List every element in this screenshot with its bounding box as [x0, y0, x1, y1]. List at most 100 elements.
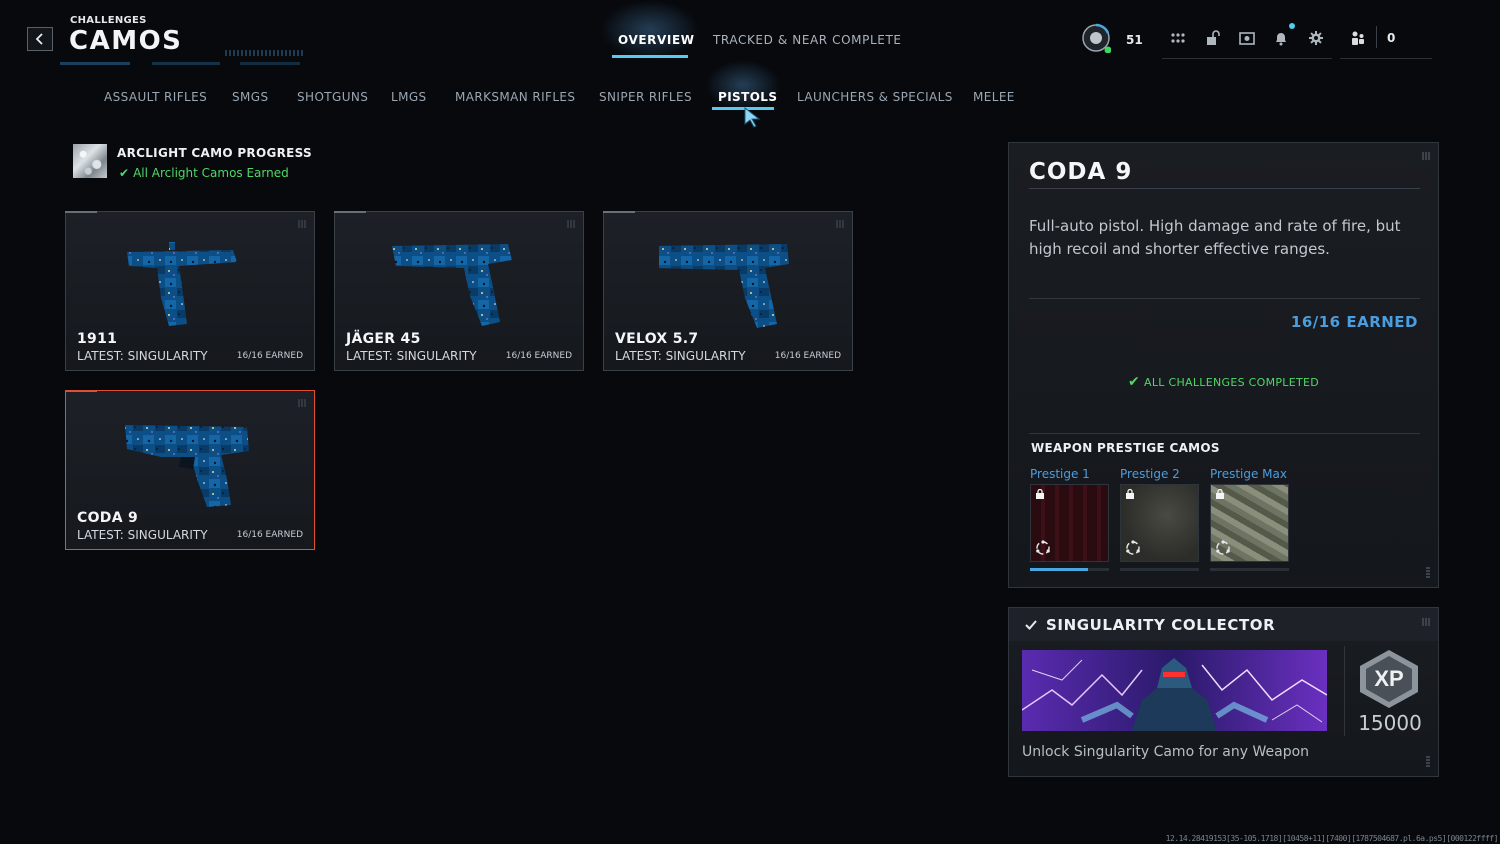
prestige-heading: WEAPON PRESTIGE CAMOS: [1031, 441, 1220, 455]
build-version: 12.14.28419153[35-105.1718][10458+11][74…: [1165, 834, 1499, 843]
prestige-2-camo[interactable]: [1120, 484, 1199, 562]
divider: [1344, 646, 1345, 736]
card-topbar: [603, 211, 635, 213]
collector-description: Unlock Singularity Camo for any Weapon: [1022, 744, 1310, 760]
card-corner-decoration: [298, 220, 306, 228]
weapon-card-coda-9[interactable]: CODA 9 LATEST: SINGULARITY 16/16 EARNED: [65, 390, 315, 550]
xp-badge-icon: XP: [1360, 650, 1418, 708]
pistol-image: [125, 425, 249, 507]
tab-overview[interactable]: OVERVIEW: [618, 33, 695, 47]
tab-tracked[interactable]: TRACKED & NEAR COMPLETE: [713, 33, 902, 47]
arclight-status-text: All Arclight Camos Earned: [133, 166, 289, 180]
singularity-banner-image: [1022, 650, 1327, 731]
back-button[interactable]: [27, 27, 53, 51]
detail-earned-count: 16/16 EARNED: [1290, 313, 1418, 331]
prestige-emblem-icon: [1036, 540, 1050, 555]
prestige-max-progress: [1210, 568, 1289, 571]
prestige-emblem-icon: [1216, 540, 1230, 555]
card-corner-decoration: [836, 220, 844, 228]
party-count: 0: [1387, 31, 1396, 45]
card-topbar: [65, 390, 97, 392]
checkmark-icon: [1025, 620, 1037, 630]
weapon-name: JÄGER 45: [346, 331, 421, 347]
weapon-name: VELOX 5.7: [615, 331, 699, 347]
prestige-1-label: Prestige 1: [1030, 467, 1090, 481]
challenges-status: ✔ ALL CHALLENGES COMPLETED: [1009, 374, 1438, 390]
divider: [1029, 433, 1420, 434]
breadcrumb: CHALLENGES: [70, 15, 147, 26]
category-smgs[interactable]: SMGS: [232, 90, 269, 104]
prestige-2-label: Prestige 2: [1120, 467, 1180, 481]
weapon-earned-count: 16/16 EARNED: [236, 530, 303, 540]
pistol-image: [127, 242, 237, 326]
notification-dot: [1289, 23, 1295, 29]
category-shotguns[interactable]: SHOTGUNS: [297, 90, 368, 104]
lock-icon: [1216, 489, 1224, 499]
weapon-earned-count: 16/16 EARNED: [236, 351, 303, 361]
category-assault-rifles[interactable]: ASSAULT RIFLES: [104, 90, 207, 104]
panel-corner-decoration: [1422, 152, 1430, 160]
prestige-1-progress-fill: [1030, 568, 1089, 571]
tab-overview-underline: [612, 55, 688, 58]
arclight-status: ✔ All Arclight Camos Earned: [119, 166, 289, 180]
card-topbar: [334, 211, 366, 213]
weapon-latest-camo: LATEST: SINGULARITY: [77, 349, 208, 363]
weapon-card-velox-5-7[interactable]: VELOX 5.7 LATEST: SINGULARITY 16/16 EARN…: [603, 211, 853, 371]
page-title: CAMOS: [69, 26, 183, 56]
hud-separator: [1376, 26, 1377, 48]
weapon-earned-count: 16/16 EARNED: [774, 351, 841, 361]
detail-weapon-name: CODA 9: [1029, 159, 1133, 185]
weapon-card-1911[interactable]: 1911 LATEST: SINGULARITY 16/16 EARNED: [65, 211, 315, 371]
panel-scroll-indicator[interactable]: [1426, 567, 1430, 579]
party-icon[interactable]: [1348, 28, 1368, 48]
weapon-latest-camo: LATEST: SINGULARITY: [346, 349, 477, 363]
category-pistols[interactable]: PISTOLS: [718, 90, 777, 104]
xp-reward-value: 15000: [1358, 711, 1422, 735]
chevron-left-icon: [35, 33, 43, 45]
prestige-emblem-icon: [1126, 540, 1140, 555]
level-emblem-icon[interactable]: [1081, 23, 1112, 54]
weapon-card-jager-45[interactable]: JÄGER 45 LATEST: SINGULARITY 16/16 EARNE…: [334, 211, 584, 371]
category-marksman-rifles[interactable]: MARKSMAN RIFLES: [455, 90, 575, 104]
checkmark-icon: ✔: [119, 166, 130, 180]
card-corner-decoration: [298, 399, 306, 407]
detail-description: Full-auto pistol. High damage and rate o…: [1029, 217, 1401, 258]
challenges-status-text: ALL CHALLENGES COMPLETED: [1144, 376, 1320, 389]
category-launchers-specials[interactable]: LAUNCHERS & SPECIALS: [797, 90, 953, 104]
prestige-max-label: Prestige Max: [1210, 467, 1287, 481]
card-topbar: [65, 211, 97, 213]
hud-divider: [1162, 58, 1332, 59]
lock-icon: [1126, 489, 1134, 499]
prestige-1-progress: [1030, 568, 1109, 571]
category-melee[interactable]: MELEE: [973, 90, 1015, 104]
apps-grid-icon[interactable]: [1168, 28, 1188, 48]
settings-icon[interactable]: [1306, 28, 1326, 48]
player-level: 51: [1126, 33, 1143, 47]
notifications-icon[interactable]: [1271, 28, 1291, 48]
unlock-icon[interactable]: [1203, 28, 1223, 48]
divider: [1029, 188, 1420, 189]
prestige-2-progress: [1120, 568, 1199, 571]
pistol-image: [392, 244, 512, 326]
weapon-name: CODA 9: [77, 510, 139, 526]
divider: [1029, 298, 1420, 299]
prestige-max-camo[interactable]: [1210, 484, 1289, 562]
category-sniper-rifles[interactable]: SNIPER RIFLES: [599, 90, 692, 104]
checkmark-icon: ✔: [1127, 374, 1140, 390]
arclight-title: ARCLIGHT CAMO PROGRESS: [117, 146, 312, 160]
panel-scroll-indicator[interactable]: [1426, 756, 1430, 768]
arclight-camo-thumbnail: [73, 144, 107, 178]
weapon-earned-count: 16/16 EARNED: [505, 351, 572, 361]
weapon-latest-camo: LATEST: SINGULARITY: [615, 349, 746, 363]
category-lmgs[interactable]: LMGS: [391, 90, 427, 104]
title-decoration: [60, 62, 310, 65]
card-corner-decoration: [567, 220, 575, 228]
singularity-collector-panel: SINGULARITY COLLECTOR XP 15000 Unlock Si…: [1008, 607, 1439, 777]
panel-corner-decoration: [1422, 618, 1430, 626]
pistol-image: [659, 244, 789, 328]
weapon-latest-camo: LATEST: SINGULARITY: [77, 528, 208, 542]
prestige-1-camo[interactable]: [1030, 484, 1109, 562]
hud-divider: [1340, 58, 1432, 59]
store-icon[interactable]: [1237, 28, 1257, 48]
xp-badge-label: XP: [1374, 666, 1403, 691]
